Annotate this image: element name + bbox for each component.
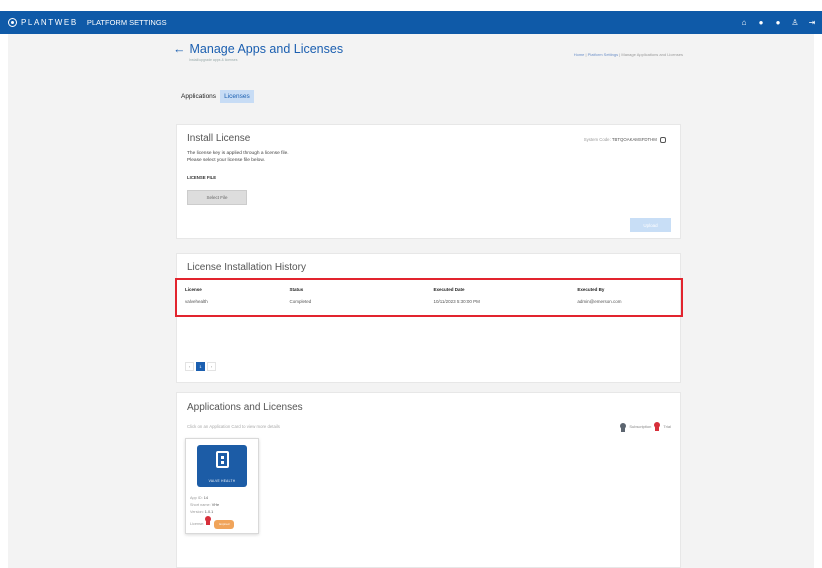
robot-icon (216, 451, 229, 468)
notification-icon[interactable]: ● (757, 18, 765, 27)
system-code-value: TBTQOAKAMSFDTHM (611, 137, 657, 143)
top-bar: PLANTWEB PLATFORM SETTINGS ⌂ ● ● ♙ ⇥ (0, 11, 822, 34)
table-row[interactable]: valvehealth Completed 10/11/2023 5:30:00… (177, 299, 672, 304)
license-history-title: License Installation History (187, 262, 306, 273)
cell-executed-by: admin@emerson.com (577, 299, 622, 304)
version-value: 1.0.1 (204, 510, 214, 514)
help-icon[interactable]: ● (774, 18, 782, 27)
applications-licenses-title: Applications and Licenses (187, 402, 303, 413)
col-license[interactable]: License (185, 287, 290, 292)
upload-button[interactable]: Upload (630, 218, 671, 232)
short-name-label: Short name: (190, 503, 211, 507)
next-page-button[interactable]: › (207, 362, 216, 371)
license-legend: Subscription Trial (604, 421, 671, 432)
breadcrumb: Home | Platform Settings | Manage Applic… (573, 52, 683, 57)
install-desc-line-1: The license key is applied through a lic… (187, 151, 289, 156)
license-label: License: (190, 522, 205, 526)
breadcrumb-home[interactable]: Home (574, 52, 585, 57)
apps-hint: Click on an Application Card to view mor… (187, 424, 280, 429)
logout-icon[interactable]: ⇥ (808, 18, 816, 27)
legend-subscription: Subscription (629, 424, 652, 429)
tabs: Applications Licenses (179, 90, 254, 103)
page-subtitle: Install/upgrade apps & licenses (189, 58, 238, 62)
license-status-badge: Expired (214, 519, 235, 529)
app-id-label: App ID: (190, 496, 203, 500)
pagination: ‹ 1 › (185, 362, 216, 371)
system-code: System Code: TBTQOAKAMSFDTHM (584, 137, 666, 143)
install-desc-line-2: Please select your license file below. (187, 158, 265, 163)
page-header: ← Manage Apps and Licenses Install/upgra… (173, 42, 683, 62)
version-label: Version: (190, 510, 204, 514)
tab-applications[interactable]: Applications (179, 90, 218, 103)
highlight-box (175, 278, 683, 317)
top-icons: ⌂ ● ● ♙ ⇥ (740, 11, 816, 34)
system-code-label: System Code: (583, 137, 611, 143)
app-info: App ID: 14 Short name: VHe Version: 1.0.… (190, 495, 235, 529)
page-1-button[interactable]: 1 (196, 362, 205, 371)
app-id-value: 14 (203, 496, 208, 500)
app-title: PLATFORM SETTINGS (86, 18, 167, 27)
brand[interactable]: PLANTWEB PLATFORM SETTINGS (8, 18, 167, 27)
select-file-button[interactable]: Select File (187, 190, 247, 205)
col-executed-date[interactable]: Executed Date (433, 287, 577, 292)
applications-licenses-card: Applications and Licenses Click on an Ap… (176, 392, 681, 568)
table-header: License Status Executed Date Executed By (177, 287, 672, 292)
plantweb-logo-icon (8, 18, 17, 27)
brand-name: PLANTWEB (21, 18, 78, 27)
install-description: The license key is applied through a lic… (187, 150, 289, 164)
copy-icon[interactable] (660, 137, 666, 143)
breadcrumb-platform-settings[interactable]: Platform Settings (588, 52, 618, 57)
breadcrumb-current: Manage Applications and Licenses (621, 52, 683, 57)
home-icon[interactable]: ⌂ (740, 18, 748, 27)
license-history-card: License Installation History License Sta… (175, 253, 683, 383)
subscription-medal-icon (620, 423, 627, 432)
trial-medal-icon (205, 516, 212, 525)
page-body: ← Manage Apps and Licenses Install/upgra… (8, 34, 814, 568)
install-license-title: Install License (187, 133, 251, 144)
license-file-label: LICENSE FILE (187, 175, 217, 180)
col-executed-by[interactable]: Executed By (577, 287, 672, 292)
cell-status: Completed (289, 299, 312, 304)
col-status[interactable]: Status (290, 287, 434, 292)
user-icon[interactable]: ♙ (791, 18, 799, 27)
page-title: Manage Apps and Licenses (189, 42, 344, 56)
legend-trial: Trial (663, 424, 671, 429)
short-name-value: VHe (211, 503, 220, 507)
app-logo: VALVE HEALTH (197, 445, 247, 487)
cell-license: valvehealth (185, 299, 208, 304)
cell-executed-date: 10/11/2023 5:30:00 PM (433, 299, 480, 304)
prev-page-button[interactable]: ‹ (185, 362, 194, 371)
trial-medal-icon (654, 422, 661, 431)
app-card-valve-health[interactable]: VALVE HEALTH App ID: 14 Short name: VHe … (185, 438, 259, 534)
app-logo-name: VALVE HEALTH (208, 479, 236, 483)
install-license-card: Install License System Code: TBTQOAKAMSF… (176, 124, 681, 239)
tab-licenses[interactable]: Licenses (220, 90, 254, 103)
back-arrow-icon[interactable]: ← (173, 42, 186, 56)
